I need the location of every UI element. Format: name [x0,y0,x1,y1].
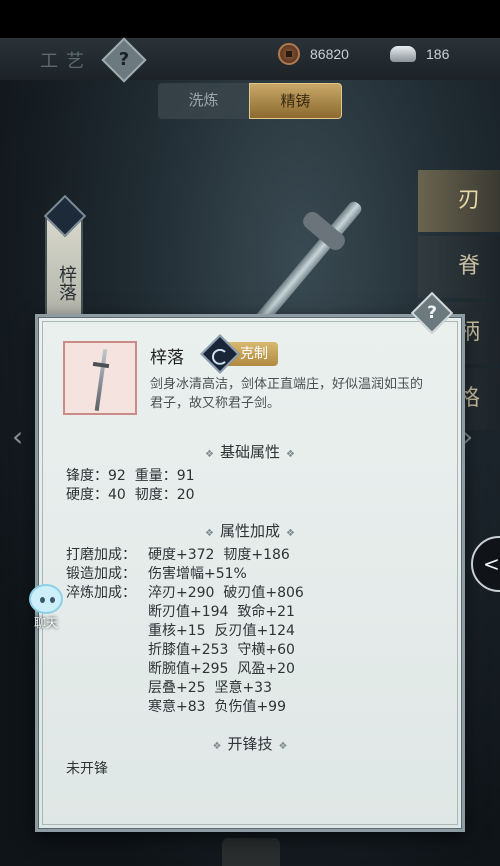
bonus-value: 断腕值+295 风盈+20 [148,661,295,677]
bonus-value: 层叠+25 坚意+33 [148,680,272,696]
copper-currency: 86820 [278,42,349,66]
page-title: 工艺 [40,51,92,72]
bonus-value: 伤害增幅+51% [148,566,247,582]
chat-button[interactable]: 聊天 [26,584,66,632]
item-description: 剑身冰清高洁，剑体正直端庄，好似温润如玉的君子，故又称君子剑。 [150,377,424,411]
crescent-moon-icon [200,334,240,374]
tab-wash[interactable]: 洗炼 [158,83,249,119]
mode-tabs: 洗炼 精铸 [158,83,342,119]
bonus-label-temper: 淬炼加成： [66,585,136,601]
bonus-value: 断刃值+194 致命+21 [148,604,295,620]
basic-stat-line: 硬度：40 韧度：20 [66,487,195,503]
bottom-item-slot [222,838,280,866]
counter-badge: 克制 [200,334,278,374]
section-bonus-title: ❖ 属性加成 ❖ [205,522,295,540]
bonus-value: 寒意+83 负伤值+99 [148,699,286,715]
bonus-value: 硬度+372 韧度+186 [148,547,290,563]
chat-bubble-icon [29,584,63,614]
bonus-label-polish: 打磨加成： [66,547,136,563]
bonus-value: 淬刃+290 破刃值+806 [148,585,304,601]
help-icon: ? [118,49,130,70]
silver-ingot-icon [390,46,416,62]
help-icon: ? [427,303,437,323]
bonus-label-forge: 锻造加成： [66,566,136,582]
chevron-left-icon: < [483,552,500,576]
section-skill-title: ❖ 开锋技 ❖ [212,735,288,753]
copper-amount: 86820 [310,46,349,62]
tab-spine[interactable]: 脊 [418,236,500,298]
chevron-left-icon[interactable]: ‹ [12,420,23,453]
skill-status: 未开锋 [66,761,108,777]
coin-icon [278,43,300,65]
sword-guard-icon [92,361,110,369]
basic-stat-line: 锋度：92 重量：91 [66,468,195,484]
tab-forge[interactable]: 精铸 [249,83,342,119]
silver-amount: 186 [426,46,450,62]
chat-label: 聊天 [33,616,58,630]
tab-blade[interactable]: 刃 [418,170,500,232]
bonus-value: 折膝值+253 守横+60 [148,642,295,658]
weapon-banner[interactable]: 梓落 [43,194,87,325]
weapon-banner-label: 梓落 [56,265,77,301]
status-bar [0,0,500,38]
bonus-value: 重核+15 反刃值+124 [148,623,295,639]
sword-icon [94,349,108,411]
silver-currency: 186 [390,42,449,66]
section-basic-title: ❖ 基础属性 ❖ [205,443,295,461]
item-name: 梓落 [150,348,184,368]
item-icon [63,341,137,415]
